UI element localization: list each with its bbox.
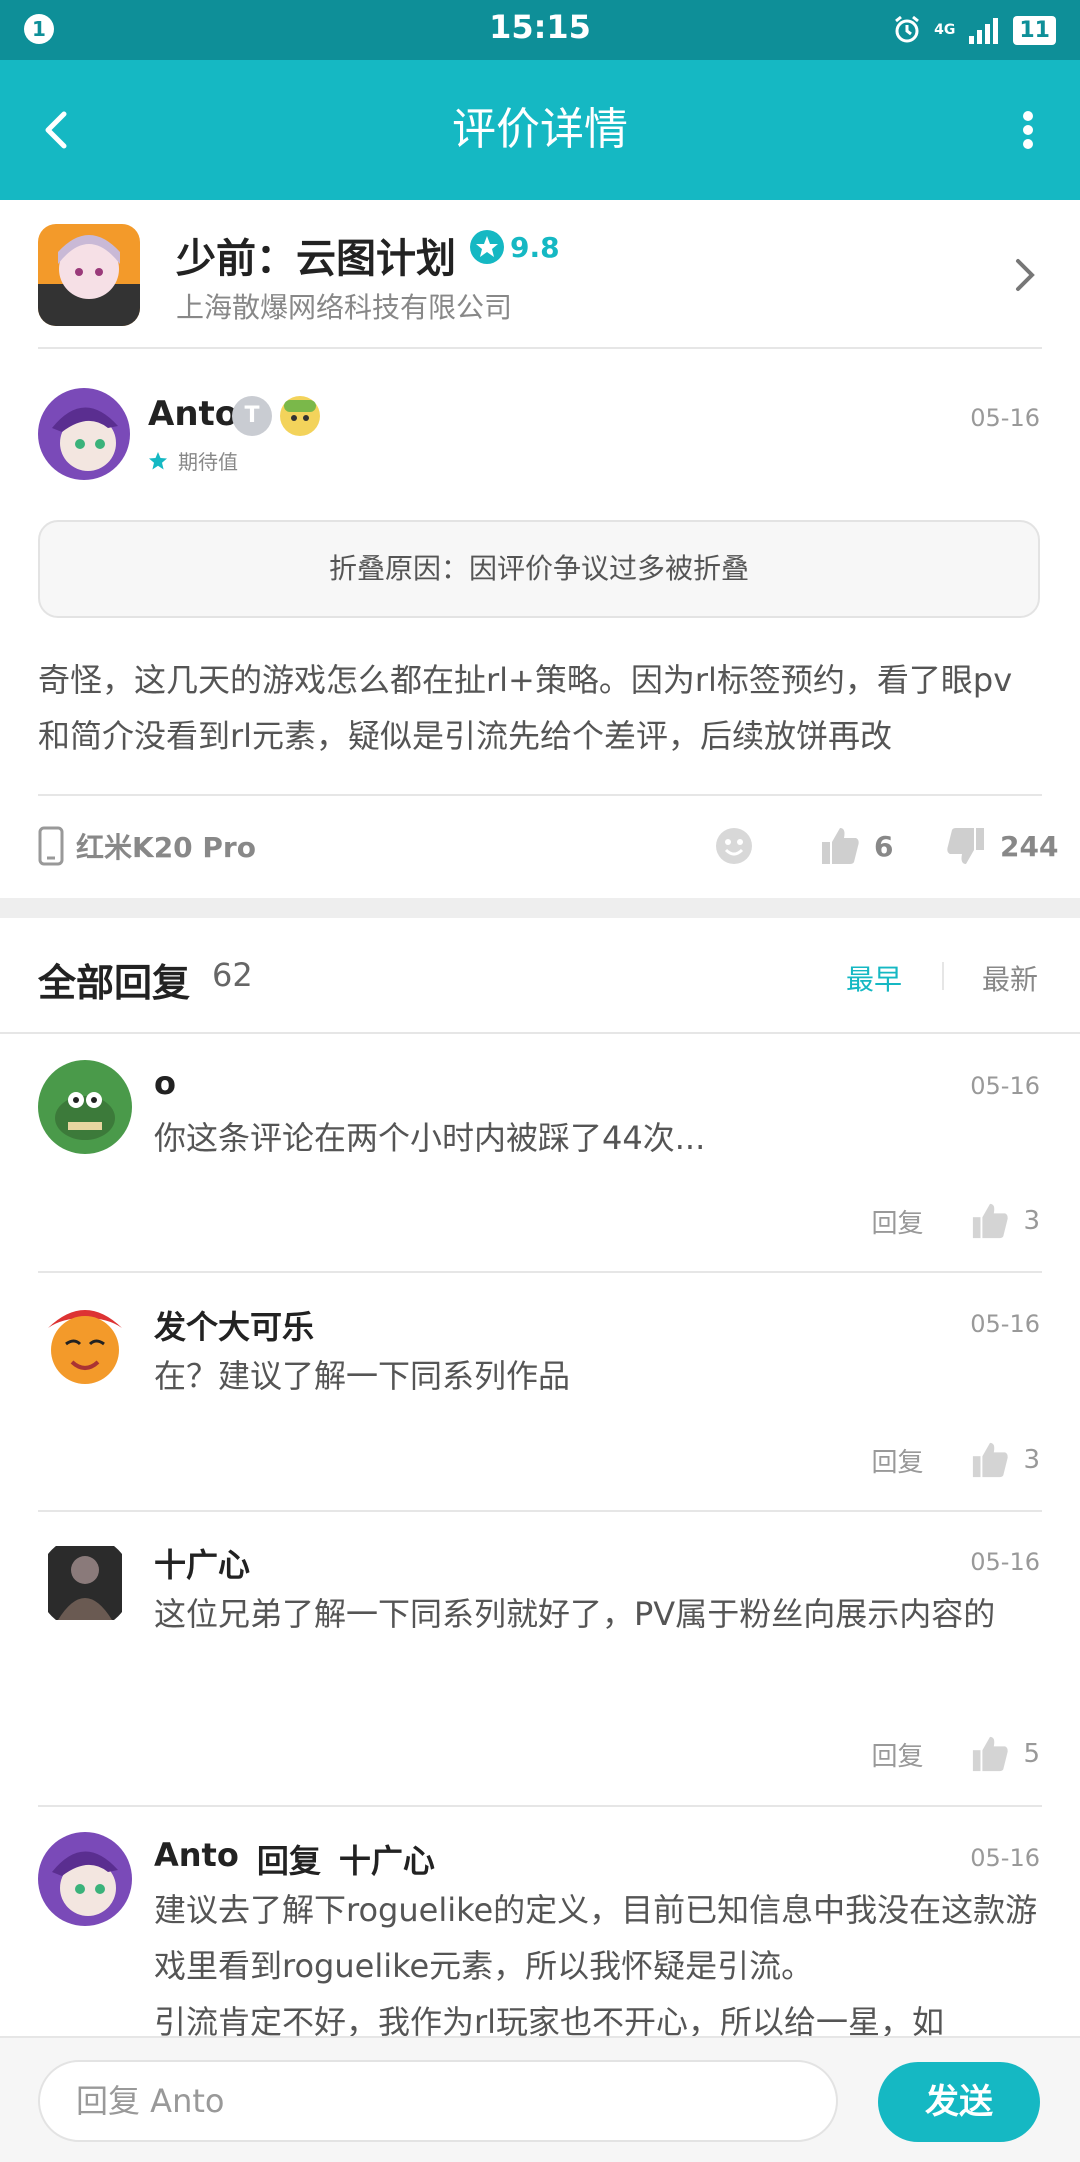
reply-author-name[interactable]: 十广心 — [154, 1540, 250, 1586]
page-title: 评价详情 — [452, 104, 628, 155]
more-vertical-icon — [1023, 111, 1033, 149]
star-icon — [149, 451, 167, 469]
user-badge-icon — [280, 396, 320, 436]
like-button[interactable]: 6 — [820, 826, 893, 866]
reply-date: 05-16 — [970, 1310, 1040, 1338]
review-content: 奇怪，这几天的游戏怎么都在扯rl+策略。因为rl标签预约，看了眼pv和简介没看到… — [38, 661, 1013, 755]
thumbs-up-icon[interactable] — [971, 1202, 1009, 1240]
status-icons: 4G 11 — [892, 10, 1056, 50]
phone-icon — [38, 826, 64, 866]
reply-composer: 回复 Anto 发送 — [0, 2036, 1080, 2162]
level-badge: T — [232, 396, 272, 436]
reply-like-count: 3 — [1023, 1445, 1040, 1475]
thumbs-up-icon[interactable] — [971, 1441, 1009, 1479]
like-count: 6 — [874, 829, 894, 863]
sort-divider — [942, 962, 944, 990]
reply-author-name[interactable]: Anto — [154, 1836, 239, 1882]
device-name: 红米K20 Pro — [76, 831, 256, 864]
reply-author-name[interactable]: o — [154, 1064, 176, 1102]
alarm-icon — [895, 15, 920, 43]
divider — [0, 1032, 1080, 1034]
expectation-row: 期待值 — [148, 446, 238, 475]
reply-button[interactable]: 回复 — [871, 1442, 923, 1479]
game-rating: 9.8 — [470, 230, 560, 264]
all-replies-title: 全部回复 — [38, 961, 191, 1005]
game-icon — [38, 224, 140, 326]
review-author-name[interactable]: Anto — [148, 394, 238, 434]
divider — [38, 1510, 1042, 1512]
game-title: 少前：云图计划 — [176, 236, 456, 282]
reply-date: 05-16 — [970, 1548, 1040, 1576]
battery-icon: 11 — [1013, 15, 1056, 45]
avatar[interactable] — [38, 1536, 132, 1630]
star-icon — [470, 230, 504, 264]
status-bar: 1 15:15 4G 11 — [0, 0, 1080, 60]
reply-date: 05-16 — [970, 1844, 1040, 1872]
emoji-icon — [716, 828, 752, 864]
reply-button[interactable]: 回复 — [871, 1203, 923, 1240]
reply-like-count: 3 — [1023, 1206, 1040, 1236]
reply-text: 这位兄弟了解一下同系列就好了，PV属于粉丝向展示内容的 — [154, 1595, 996, 1633]
reply-button[interactable]: 回复 — [871, 1736, 923, 1773]
network-type: 4G — [934, 22, 956, 38]
sort-earliest-tab[interactable]: 最早 — [846, 958, 902, 998]
divider — [38, 1805, 1042, 1807]
app-bar: 评价详情 — [0, 60, 1080, 200]
thumbs-up-icon — [822, 828, 859, 864]
chevron-right-icon — [1010, 255, 1040, 295]
game-company: 上海散爆网络科技有限公司 — [176, 291, 513, 324]
avatar[interactable] — [38, 1298, 132, 1392]
emoji-button[interactable] — [714, 826, 754, 870]
divider — [38, 1271, 1042, 1273]
reply-text: 在？建议了解一下同系列作品 — [154, 1357, 571, 1395]
reply-text: 你这条评论在两个小时内被踩了44次... — [154, 1119, 706, 1157]
reply-author-name[interactable]: 发个大可乐 — [154, 1302, 314, 1348]
reply-word: 回复 — [256, 1842, 321, 1880]
review-date: 05-16 — [970, 404, 1040, 432]
section-separator — [0, 898, 1080, 918]
reply-actions: 回复 3 — [871, 1441, 1040, 1479]
thumbs-down-icon — [947, 828, 984, 864]
reply-target-name[interactable]: 十广心 — [339, 1836, 435, 1882]
thumbs-up-icon[interactable] — [971, 1735, 1009, 1773]
more-options-button[interactable] — [990, 100, 1050, 160]
reply-actions: 回复 3 — [871, 1202, 1040, 1240]
avatar[interactable] — [38, 1060, 132, 1154]
reply-input[interactable]: 回复 Anto — [38, 2060, 838, 2142]
signal-icon — [969, 18, 999, 44]
device-info: 红米K20 Pro — [38, 826, 256, 866]
expectation-label: 期待值 — [178, 450, 238, 474]
avatar[interactable] — [38, 1832, 132, 1926]
dislike-count: 244 — [1000, 829, 1059, 863]
avatar[interactable] — [38, 388, 130, 480]
reply-actions: 回复 5 — [871, 1735, 1040, 1773]
reply-date: 05-16 — [970, 1072, 1040, 1100]
fold-reason-box: 折叠原因：因评价争议过多被折叠 — [38, 520, 1040, 618]
sort-latest-tab[interactable]: 最新 — [982, 958, 1038, 998]
reply-like-count: 5 — [1023, 1739, 1040, 1769]
reply-text: 建议去了解下roguelike的定义，目前已知信息中我没在这款游戏里看到rogu… — [154, 1891, 1038, 1985]
rating-value: 9.8 — [510, 230, 560, 264]
reply-header: Anto 回复 十广心 — [154, 1836, 435, 1882]
send-button[interactable]: 发送 — [878, 2062, 1040, 2142]
divider — [38, 347, 1042, 349]
replies-count: 62 — [212, 956, 253, 994]
divider — [38, 794, 1042, 796]
dislike-button[interactable]: 244 — [946, 826, 1058, 866]
